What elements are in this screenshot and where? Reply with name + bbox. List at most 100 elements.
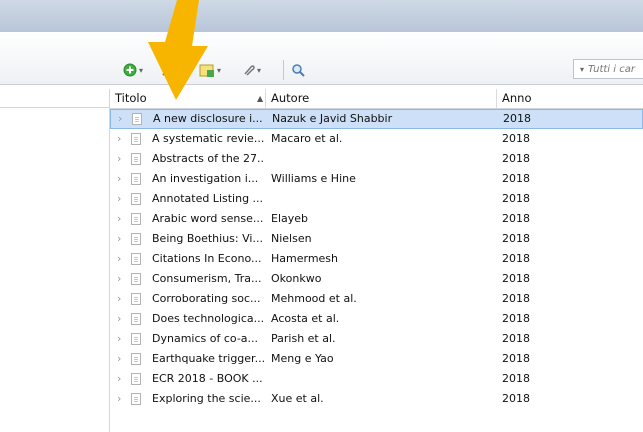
table-row[interactable]: › Abstracts of the 27... 2018	[110, 149, 643, 169]
cell-year: 2018	[502, 232, 530, 245]
cell-year: 2018	[502, 352, 530, 365]
expand-chevron-icon[interactable]: ›	[117, 129, 121, 149]
expand-chevron-icon[interactable]: ›	[117, 249, 121, 269]
cell-title: An investigation i...	[152, 172, 259, 185]
sort-ascending-icon: ▲	[257, 94, 264, 103]
table-row[interactable]: › Annotated Listing ... 2018	[110, 189, 643, 209]
paperclip-icon	[244, 65, 255, 76]
table-row[interactable]: › Being Boethius: Vi... Nielsen 2018	[110, 229, 643, 249]
new-item-button[interactable]: ▾	[123, 61, 143, 79]
table-row[interactable]: › Earthquake trigger... Meng e Yao 2018	[110, 349, 643, 369]
expand-chevron-icon[interactable]: ›	[117, 289, 121, 309]
toolbar-separator	[283, 60, 284, 80]
cell-author: Meng e Yao	[271, 352, 334, 365]
add-by-identifier-button[interactable]	[161, 61, 175, 79]
cell-author: Elayeb	[271, 212, 309, 225]
cell-title: A systematic revie...	[152, 132, 265, 145]
document-icon	[131, 153, 141, 165]
advanced-search-button[interactable]	[291, 61, 305, 79]
search-field[interactable]: ▾ Tutti i car	[573, 59, 643, 79]
document-icon	[131, 373, 141, 385]
expand-chevron-icon[interactable]: ›	[117, 189, 121, 209]
chevron-down-icon: ▾	[139, 65, 144, 75]
add-icon	[123, 63, 137, 77]
cell-author: Xue et al.	[271, 392, 324, 405]
collections-pane[interactable]	[0, 89, 110, 432]
new-note-button[interactable]: ▾	[199, 61, 221, 79]
items-table-header: Titolo ▲ Autore Anno	[110, 89, 643, 109]
document-icon	[132, 113, 142, 125]
table-row[interactable]: › Arabic word sense... Elayeb 2018	[110, 209, 643, 229]
expand-chevron-icon[interactable]: ›	[117, 229, 121, 249]
chevron-down-icon: ▾	[580, 64, 585, 74]
expand-chevron-icon[interactable]: ›	[117, 349, 121, 369]
table-row[interactable]: › A new disclosure i... Nazuk e Javid Shab…	[110, 109, 643, 129]
table-row[interactable]: › Consumerism, Tra... Okonkwo 2018	[110, 269, 643, 289]
expand-chevron-icon[interactable]: ›	[117, 149, 121, 169]
table-row[interactable]: › Corroborating soc... Mehmood et al. 2018	[110, 289, 643, 309]
document-icon	[131, 353, 141, 365]
cell-year: 2018	[502, 152, 530, 165]
expand-chevron-icon[interactable]: ›	[117, 389, 121, 409]
cell-title: Corroborating soc...	[152, 292, 261, 305]
cell-year: 2018	[503, 112, 531, 125]
expand-chevron-icon[interactable]: ›	[117, 309, 121, 329]
column-header-author[interactable]: Autore	[271, 89, 309, 108]
cell-year: 2018	[502, 252, 530, 265]
toolbar-area	[0, 32, 643, 85]
cell-author: Okonkwo	[271, 272, 322, 285]
attachment-button[interactable]: ▾	[241, 61, 261, 79]
cell-title: Does technologica...	[152, 312, 265, 325]
cell-title: Annotated Listing ...	[152, 192, 264, 205]
cell-year: 2018	[502, 192, 530, 205]
document-icon	[131, 213, 141, 225]
expand-chevron-icon[interactable]: ›	[117, 269, 121, 289]
cell-author: Hamermesh	[271, 252, 339, 265]
cell-author: Parish et al.	[271, 332, 336, 345]
cell-author: Nazuk e Javid Shabbir	[272, 112, 393, 125]
cell-title: Citations In Econo...	[152, 252, 262, 265]
cell-title: ECR 2018 - BOOK ...	[152, 372, 263, 385]
cell-title: Dynamics of co-a...	[152, 332, 259, 345]
document-icon	[131, 133, 141, 145]
table-row[interactable]: › Citations In Econo... Hamermesh 2018	[110, 249, 643, 269]
expand-chevron-icon[interactable]: ›	[117, 209, 121, 229]
expand-chevron-icon[interactable]: ›	[117, 329, 121, 349]
table-row[interactable]: › A systematic revie... Macaro et al. 2018	[110, 129, 643, 149]
cell-year: 2018	[502, 312, 530, 325]
cell-year: 2018	[502, 172, 530, 185]
document-icon	[131, 233, 141, 245]
document-icon	[131, 293, 141, 305]
table-row[interactable]: › ECR 2018 - BOOK ... 2018	[110, 369, 643, 389]
cell-author: Williams e Hine	[271, 172, 356, 185]
cell-year: 2018	[502, 392, 530, 405]
column-header-title[interactable]: Titolo	[115, 89, 147, 108]
column-divider[interactable]	[496, 89, 497, 108]
cell-year: 2018	[502, 332, 530, 345]
table-row[interactable]: › Dynamics of co-a... Parish et al. 2018	[110, 329, 643, 349]
expand-chevron-icon[interactable]: ›	[117, 169, 121, 189]
column-header-year[interactable]: Anno	[502, 89, 531, 108]
expand-chevron-icon[interactable]: ›	[118, 110, 122, 128]
cell-year: 2018	[502, 272, 530, 285]
cell-year: 2018	[502, 212, 530, 225]
magic-wand-icon	[162, 65, 173, 76]
note-icon	[199, 64, 214, 77]
cell-title: Being Boethius: Vi...	[152, 232, 263, 245]
document-icon	[131, 173, 141, 185]
search-placeholder: Tutti i car	[588, 63, 635, 75]
window-titlebar	[0, 0, 643, 33]
expand-chevron-icon[interactable]: ›	[117, 369, 121, 389]
document-icon	[131, 193, 141, 205]
cell-title: A new disclosure i...	[153, 112, 263, 125]
items-table: › A new disclosure i... Nazuk e Javid Shab…	[110, 109, 643, 409]
document-icon	[131, 253, 141, 265]
cell-author: Mehmood et al.	[271, 292, 357, 305]
chevron-down-icon: ▾	[257, 65, 262, 75]
column-divider[interactable]	[265, 89, 266, 108]
table-row[interactable]: › Does technologica... Acosta et al. 2018	[110, 309, 643, 329]
document-icon	[131, 313, 141, 325]
cell-title: Abstracts of the 27...	[152, 152, 265, 165]
table-row[interactable]: › An investigation i... Williams e Hine 201…	[110, 169, 643, 189]
table-row[interactable]: › Exploring the scie... Xue et al. 2018	[110, 389, 643, 409]
